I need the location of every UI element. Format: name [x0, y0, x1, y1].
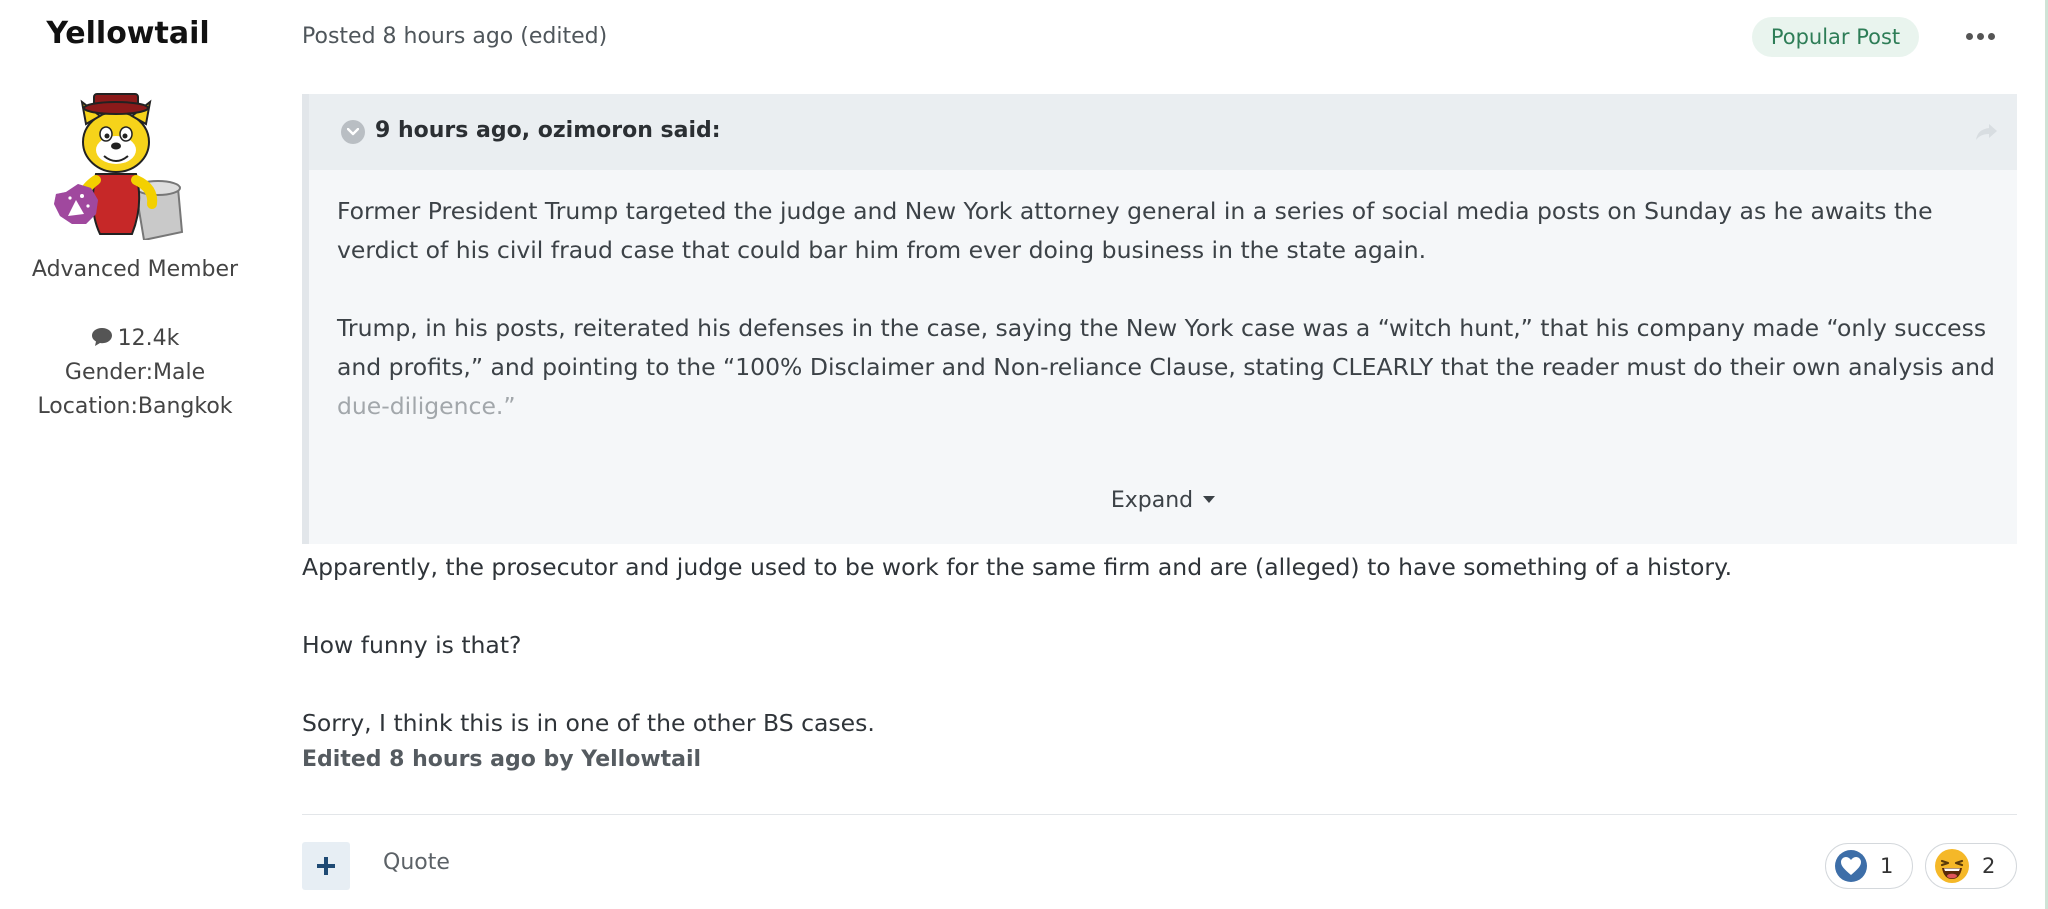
quote-faded-text: due-diligence.”: [337, 392, 516, 420]
post-paragraph: Apparently, the prosecutor and judge use…: [302, 553, 1733, 581]
post-count: 12.4k: [0, 326, 270, 351]
reaction-haha[interactable]: 2: [1925, 843, 2017, 889]
share-arrow-icon: [1976, 124, 1997, 140]
quote-citation[interactable]: 9 hours ago, ozimoron said:: [375, 118, 721, 143]
haha-emoji-icon: [1935, 849, 1969, 883]
more-options-button[interactable]: [1962, 20, 1998, 52]
author-rank: Advanced Member: [31, 257, 239, 282]
quote-paragraph: Former President Trump targeted the judg…: [337, 197, 1933, 264]
quote-text: Former President Trump targeted the judg…: [337, 192, 1997, 465]
post-divider: [302, 814, 2017, 815]
dot-icon: [1965, 32, 1973, 40]
popular-post-badge: Popular Post: [1752, 17, 1919, 57]
expand-quote-button[interactable]: Expand: [309, 488, 2017, 513]
comment-bubble-icon: [91, 328, 112, 346]
expand-label: Expand: [1110, 488, 1194, 513]
quote-header: 9 hours ago, ozimoron said:: [309, 94, 2017, 170]
quote-paragraph-text: Trump, in his posts, reiterated his defe…: [337, 314, 1995, 381]
avatar[interactable]: [36, 84, 186, 242]
multiquote-add-button[interactable]: [302, 842, 350, 890]
author-location: Location:Bangkok: [37, 394, 233, 419]
quoted-post: 9 hours ago, ozimoron said: Former Presi…: [302, 94, 2017, 544]
author-panel: Yellowtail Advanced Member 12.4k Gender:…: [0, 0, 270, 909]
cat-mascot-icon: [54, 93, 184, 242]
dot-icon: [1987, 32, 1995, 40]
edited-note: Edited 8 hours ago by Yellowtail: [302, 747, 702, 772]
plus-icon: [317, 857, 335, 875]
post-paragraph: Sorry, I think this is in one of the oth…: [302, 709, 875, 737]
author-gender: Gender:Male: [64, 360, 206, 385]
post-paragraph: How funny is that?: [302, 631, 522, 659]
reaction-like[interactable]: 1: [1825, 843, 1913, 889]
quote-collapse-toggle[interactable]: [341, 120, 365, 144]
quote-paragraph: Trump, in his posts, reiterated his defe…: [337, 309, 1997, 426]
reaction-haha-count: 2: [1982, 854, 1996, 878]
view-original-button[interactable]: [1975, 122, 1999, 146]
chevron-down-icon: [347, 128, 359, 136]
quote-button[interactable]: Quote: [383, 850, 450, 875]
like-heart-icon: [1835, 850, 1867, 882]
caret-down-icon: [1203, 496, 1216, 503]
post-count-value: 12.4k: [117, 326, 180, 351]
dot-icon: [1976, 32, 1984, 40]
reaction-like-count: 1: [1880, 854, 1894, 878]
post-timestamp[interactable]: Posted 8 hours ago (edited): [302, 24, 607, 49]
author-name[interactable]: Yellowtail: [0, 16, 256, 51]
